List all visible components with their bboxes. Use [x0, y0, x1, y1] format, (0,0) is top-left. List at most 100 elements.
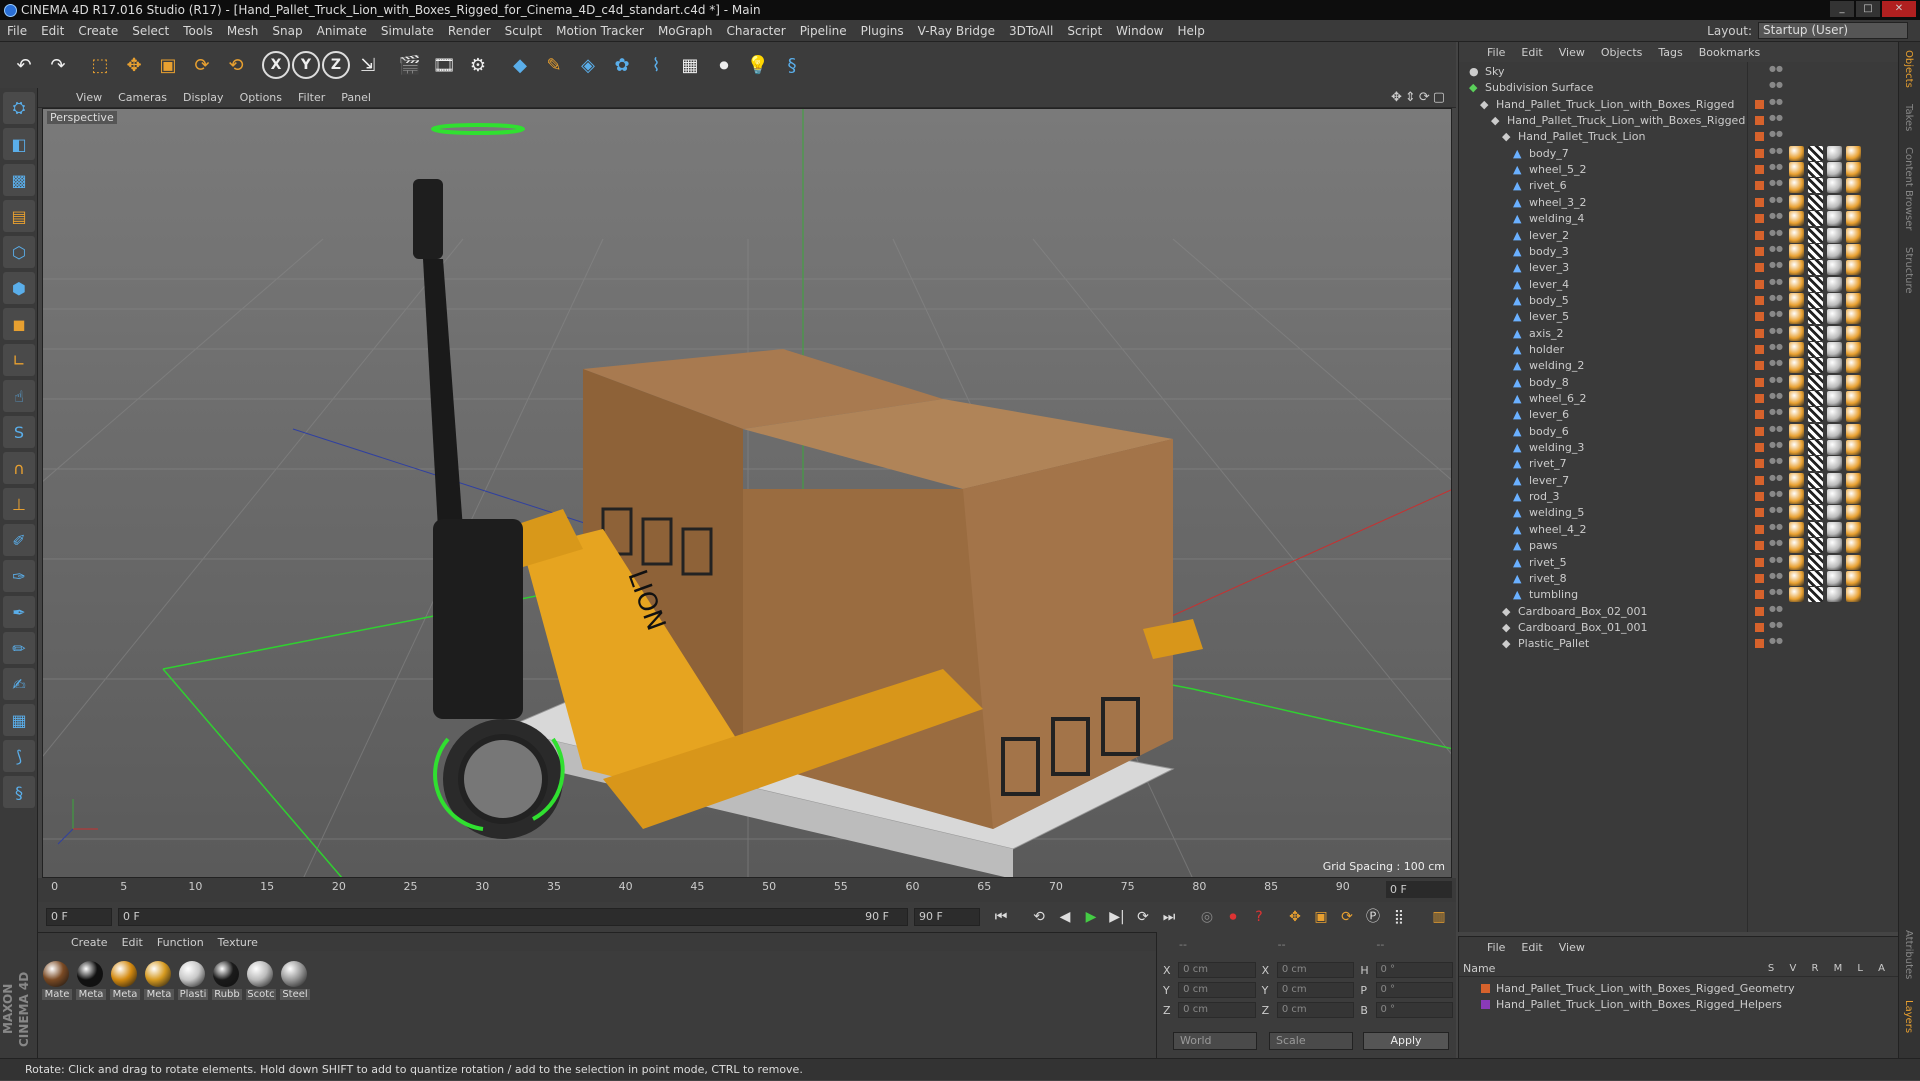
record-keys-icon[interactable]: ◎	[1196, 906, 1218, 928]
viewport-menu-view[interactable]: View	[68, 91, 110, 104]
visibility-dots[interactable]: ●●	[1769, 375, 1783, 390]
model-mode-icon[interactable]: ◧	[3, 128, 35, 160]
visibility-dots[interactable]: ●●	[1769, 441, 1783, 455]
texture-tag-icon[interactable]	[1808, 505, 1823, 521]
coordinate-mode-dropdown[interactable]: World	[1173, 1032, 1257, 1050]
visibility-dots[interactable]: ●●	[1769, 620, 1783, 635]
visibility-dots[interactable]: ●●	[1769, 571, 1783, 586]
material-swatch[interactable]: Mate	[42, 961, 72, 1000]
next-key-icon[interactable]: ⟳	[1132, 906, 1154, 928]
menu-help[interactable]: Help	[1170, 24, 1211, 38]
visibility-dots[interactable]: ●●	[1769, 212, 1783, 226]
layer-color-flag[interactable]	[1755, 508, 1764, 518]
material-tag-icon[interactable]	[1846, 145, 1861, 161]
render-view-icon[interactable]: 🎬	[394, 49, 426, 81]
position-y-field[interactable]: 0 cm	[1178, 982, 1256, 998]
key-parameter-icon[interactable]: Ⓟ	[1362, 906, 1384, 928]
layer-color-flag[interactable]	[1755, 492, 1764, 502]
deformer-icon[interactable]: ⌇	[640, 49, 672, 81]
key-position-icon[interactable]: ✥	[1284, 906, 1306, 928]
snap-axis-icon[interactable]: ⊥	[3, 488, 35, 520]
layer-color-flag[interactable]	[1755, 377, 1764, 387]
tab-attributes[interactable]: Attributes	[1899, 922, 1918, 987]
menu-edit[interactable]: Edit	[34, 24, 71, 38]
material-tag-icon[interactable]	[1789, 505, 1804, 521]
texture-tag-icon[interactable]	[1808, 554, 1823, 570]
visibility-dots[interactable]: ●●	[1769, 424, 1783, 439]
material-tag-icon[interactable]	[1789, 407, 1804, 423]
texture-tag-icon[interactable]	[1808, 521, 1823, 537]
visibility-dots[interactable]: ●●	[1769, 490, 1783, 504]
material-tag-icon[interactable]	[1789, 472, 1804, 488]
layer-color-flag[interactable]	[1755, 557, 1764, 567]
layer-color-flag[interactable]	[1755, 606, 1764, 616]
material-tag-icon[interactable]	[1827, 178, 1842, 194]
material-tag-icon[interactable]	[1846, 505, 1861, 521]
material-tag-icon[interactable]	[1846, 554, 1861, 570]
layer-color-flag[interactable]	[1755, 361, 1764, 371]
undo-icon[interactable]: ↶	[8, 49, 40, 81]
material-tag-icon[interactable]	[1789, 325, 1804, 341]
material-tag-icon[interactable]	[1846, 341, 1861, 357]
tab-takes[interactable]: Takes	[1899, 96, 1918, 139]
texture-tag-icon[interactable]	[1808, 456, 1823, 472]
visibility-dots[interactable]: ●●	[1769, 539, 1783, 553]
size-y-field[interactable]: 0 cm	[1276, 982, 1355, 998]
position-x-field[interactable]: 0 cm	[1178, 962, 1256, 978]
layer-color-flag[interactable]	[1755, 541, 1764, 551]
layer-color-flag[interactable]	[1755, 214, 1764, 224]
play-icon[interactable]: ▶	[1080, 906, 1102, 928]
rotation-p-field[interactable]: 0 °	[1375, 982, 1454, 998]
visibility-dots[interactable]: ●●	[1769, 473, 1783, 488]
material-tag-icon[interactable]	[1827, 391, 1842, 406]
material-tag-icon[interactable]	[1827, 243, 1842, 259]
material-tag-icon[interactable]	[1827, 341, 1842, 357]
layer-color-flag[interactable]	[1755, 116, 1764, 126]
texture-tag-icon[interactable]	[1808, 587, 1823, 603]
texture-tag-icon[interactable]	[1808, 440, 1823, 456]
make-editable-icon[interactable]: ⛭	[3, 92, 35, 124]
menu-motion-tracker[interactable]: Motion Tracker	[549, 24, 651, 38]
menu-window[interactable]: Window	[1109, 24, 1170, 38]
y-axis-lock-icon[interactable]: Y	[292, 51, 320, 79]
visibility-dots[interactable]: ●●	[1769, 637, 1783, 651]
material-tag-icon[interactable]	[1789, 538, 1804, 554]
tab-layers[interactable]: Layers	[1899, 992, 1918, 1041]
menu-select[interactable]: Select	[125, 24, 176, 38]
material-tag-icon[interactable]	[1846, 162, 1861, 178]
material-tag-icon[interactable]	[1846, 570, 1861, 586]
perspective-viewport[interactable]: LION Perspective Grid Spacing : 100 cm	[42, 108, 1452, 878]
texture-mode-icon[interactable]: ▩	[3, 164, 35, 196]
texture-tag-icon[interactable]	[1808, 374, 1823, 390]
visibility-dots[interactable]: ●●	[1769, 97, 1783, 112]
material-tag-icon[interactable]	[1827, 374, 1842, 390]
texture-tag-icon[interactable]	[1808, 325, 1823, 341]
material-swatch[interactable]: Scotc	[246, 961, 276, 1000]
material-tag-icon[interactable]	[1789, 145, 1804, 161]
layer-color-flag[interactable]	[1755, 622, 1764, 632]
material-tag-icon[interactable]	[1827, 423, 1842, 439]
material-tag-icon[interactable]	[1827, 194, 1842, 210]
layer-color-flag[interactable]	[1755, 639, 1764, 649]
material-tag-icon[interactable]	[1789, 391, 1804, 406]
layer-color-flag[interactable]	[1755, 475, 1764, 485]
material-tag-icon[interactable]	[1827, 211, 1842, 227]
material-tag-icon[interactable]	[1789, 521, 1804, 537]
layer-color-flag[interactable]	[1755, 459, 1764, 469]
layer-color-flag[interactable]	[1755, 573, 1764, 583]
close-button[interactable]: ✕	[1882, 1, 1916, 17]
texture-tag-icon[interactable]	[1808, 276, 1823, 292]
rotate-icon[interactable]: ⟳	[186, 49, 218, 81]
move-icon[interactable]: ✥	[118, 49, 150, 81]
texture-tag-icon[interactable]	[1808, 407, 1823, 423]
texture-tag-icon[interactable]	[1808, 243, 1823, 259]
axis-mode-icon[interactable]: ∟	[3, 344, 35, 376]
object-menu-bookmarks[interactable]: Bookmarks	[1691, 46, 1768, 59]
visibility-dots[interactable]: ●●	[1769, 408, 1783, 422]
recent-tools-icon[interactable]: ⟲	[220, 49, 252, 81]
viewport-menu-panel[interactable]: Panel	[333, 91, 379, 104]
tab-content-browser[interactable]: Content Browser	[1899, 139, 1918, 238]
menu-mograph[interactable]: MoGraph	[651, 24, 720, 38]
texture-tag-icon[interactable]	[1808, 358, 1823, 374]
viewport-menu-options[interactable]: Options	[232, 91, 290, 104]
